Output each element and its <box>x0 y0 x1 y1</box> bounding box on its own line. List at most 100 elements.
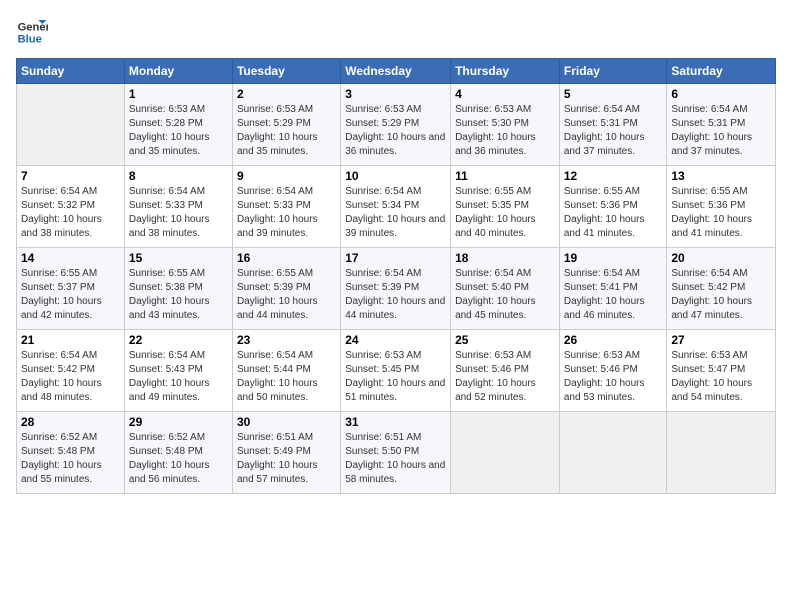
day-number: 19 <box>564 251 663 265</box>
week-row-1: 7Sunrise: 6:54 AMSunset: 5:32 PMDaylight… <box>17 166 776 248</box>
week-row-3: 21 Sunrise: 6:54 AMSunset: 5:42 PMDayligh… <box>17 330 776 412</box>
day-cell: 14 Sunrise: 6:55 AMSunset: 5:37 PMDayligh… <box>17 248 125 330</box>
day-cell: 1 Sunrise: 6:53 AMSunset: 5:28 PMDaylight… <box>124 84 232 166</box>
day-cell: 6 Sunrise: 6:54 AMSunset: 5:31 PMDaylight… <box>667 84 776 166</box>
day-cell: 22 Sunrise: 6:54 AMSunset: 5:43 PMDayligh… <box>124 330 232 412</box>
day-cell: 4Sunrise: 6:53 AMSunset: 5:30 PMDaylight… <box>451 84 560 166</box>
day-info: Sunrise: 6:54 AMSunset: 5:33 PMDaylight:… <box>237 185 336 241</box>
day-number: 27 <box>671 333 771 347</box>
day-cell <box>17 84 125 166</box>
day-info: Sunrise: 6:54 AMSunset: 5:31 PMDaylight:… <box>564 103 663 159</box>
day-info: Sunrise: 6:54 AMSunset: 5:33 PMDaylight:… <box>129 185 228 241</box>
day-cell: 10 Sunrise: 6:54 AMSunset: 5:34 PMDayligh… <box>341 166 451 248</box>
day-info: Sunrise: 6:54 AMSunset: 5:40 PMDaylight:… <box>455 267 555 323</box>
day-info: Sunrise: 6:54 AMSunset: 5:34 PMDaylight:… <box>345 185 446 241</box>
day-number: 6 <box>671 87 771 101</box>
calendar-table: SundayMondayTuesdayWednesdayThursdayFrid… <box>16 58 776 494</box>
day-number: 16 <box>237 251 336 265</box>
day-info: Sunrise: 6:51 AMSunset: 5:50 PMDaylight:… <box>345 431 446 487</box>
day-cell: 19 Sunrise: 6:54 AMSunset: 5:41 PMDayligh… <box>559 248 667 330</box>
day-cell: 23 Sunrise: 6:54 AMSunset: 5:44 PMDayligh… <box>232 330 340 412</box>
day-info: Sunrise: 6:53 AMSunset: 5:28 PMDaylight:… <box>129 103 228 159</box>
day-cell: 8 Sunrise: 6:54 AMSunset: 5:33 PMDaylight… <box>124 166 232 248</box>
day-info: Sunrise: 6:52 AMSunset: 5:48 PMDaylight:… <box>21 431 120 487</box>
day-info: Sunrise: 6:54 AMSunset: 5:44 PMDaylight:… <box>237 349 336 405</box>
day-number: 3 <box>345 87 446 101</box>
day-info: Sunrise: 6:53 AMSunset: 5:29 PMDaylight:… <box>237 103 336 159</box>
day-info: Sunrise: 6:53 AMSunset: 5:46 PMDaylight:… <box>564 349 663 405</box>
day-cell: 13Sunrise: 6:55 AMSunset: 5:36 PMDayligh… <box>667 166 776 248</box>
week-row-2: 14 Sunrise: 6:55 AMSunset: 5:37 PMDayligh… <box>17 248 776 330</box>
day-cell: 28 Sunrise: 6:52 AMSunset: 5:48 PMDayligh… <box>17 412 125 494</box>
day-number: 10 <box>345 169 446 183</box>
day-number: 28 <box>21 415 120 429</box>
page: General Blue SundayMondayTuesdayWednesda… <box>0 0 792 612</box>
day-info: Sunrise: 6:55 AMSunset: 5:35 PMDaylight:… <box>455 185 555 241</box>
day-cell: 12 Sunrise: 6:55 AMSunset: 5:36 PMDayligh… <box>559 166 667 248</box>
weekday-thursday: Thursday <box>451 59 560 84</box>
day-info: Sunrise: 6:55 AMSunset: 5:39 PMDaylight:… <box>237 267 336 323</box>
day-info: Sunrise: 6:51 AMSunset: 5:49 PMDaylight:… <box>237 431 336 487</box>
day-number: 14 <box>21 251 120 265</box>
logo: General Blue <box>16 16 48 48</box>
day-cell: 7Sunrise: 6:54 AMSunset: 5:32 PMDaylight… <box>17 166 125 248</box>
day-number: 9 <box>237 169 336 183</box>
week-row-4: 28 Sunrise: 6:52 AMSunset: 5:48 PMDayligh… <box>17 412 776 494</box>
day-info: Sunrise: 6:53 AMSunset: 5:29 PMDaylight:… <box>345 103 446 159</box>
day-cell: 15 Sunrise: 6:55 AMSunset: 5:38 PMDayligh… <box>124 248 232 330</box>
day-number: 11 <box>455 169 555 183</box>
day-cell: 11 Sunrise: 6:55 AMSunset: 5:35 PMDayligh… <box>451 166 560 248</box>
day-cell: 29Sunrise: 6:52 AMSunset: 5:48 PMDayligh… <box>124 412 232 494</box>
weekday-sunday: Sunday <box>17 59 125 84</box>
day-info: Sunrise: 6:55 AMSunset: 5:36 PMDaylight:… <box>564 185 663 241</box>
day-cell: 2 Sunrise: 6:53 AMSunset: 5:29 PMDaylight… <box>232 84 340 166</box>
day-number: 1 <box>129 87 228 101</box>
day-number: 17 <box>345 251 446 265</box>
weekday-friday: Friday <box>559 59 667 84</box>
day-number: 21 <box>21 333 120 347</box>
logo-icon: General Blue <box>16 16 48 48</box>
day-info: Sunrise: 6:54 AMSunset: 5:42 PMDaylight:… <box>21 349 120 405</box>
day-info: Sunrise: 6:55 AMSunset: 5:37 PMDaylight:… <box>21 267 120 323</box>
day-cell: 18 Sunrise: 6:54 AMSunset: 5:40 PMDayligh… <box>451 248 560 330</box>
weekday-header-row: SundayMondayTuesdayWednesdayThursdayFrid… <box>17 59 776 84</box>
day-number: 30 <box>237 415 336 429</box>
day-info: Sunrise: 6:54 AMSunset: 5:31 PMDaylight:… <box>671 103 771 159</box>
day-info: Sunrise: 6:54 AMSunset: 5:41 PMDaylight:… <box>564 267 663 323</box>
day-number: 8 <box>129 169 228 183</box>
day-number: 2 <box>237 87 336 101</box>
day-cell: 24 Sunrise: 6:53 AMSunset: 5:45 PMDayligh… <box>341 330 451 412</box>
day-number: 13 <box>671 169 771 183</box>
day-cell <box>667 412 776 494</box>
day-number: 23 <box>237 333 336 347</box>
day-info: Sunrise: 6:53 AMSunset: 5:46 PMDaylight:… <box>455 349 555 405</box>
day-number: 31 <box>345 415 446 429</box>
day-number: 18 <box>455 251 555 265</box>
svg-text:Blue: Blue <box>18 33 42 45</box>
day-number: 25 <box>455 333 555 347</box>
header: General Blue <box>16 16 776 48</box>
day-cell: 26Sunrise: 6:53 AMSunset: 5:46 PMDayligh… <box>559 330 667 412</box>
day-cell: 30 Sunrise: 6:51 AMSunset: 5:49 PMDayligh… <box>232 412 340 494</box>
day-cell <box>451 412 560 494</box>
day-info: Sunrise: 6:54 AMSunset: 5:43 PMDaylight:… <box>129 349 228 405</box>
day-number: 7 <box>21 169 120 183</box>
day-cell: 9 Sunrise: 6:54 AMSunset: 5:33 PMDaylight… <box>232 166 340 248</box>
day-number: 22 <box>129 333 228 347</box>
day-info: Sunrise: 6:54 AMSunset: 5:39 PMDaylight:… <box>345 267 446 323</box>
day-info: Sunrise: 6:55 AMSunset: 5:38 PMDaylight:… <box>129 267 228 323</box>
day-number: 15 <box>129 251 228 265</box>
day-cell <box>559 412 667 494</box>
weekday-saturday: Saturday <box>667 59 776 84</box>
weekday-tuesday: Tuesday <box>232 59 340 84</box>
day-cell: 3 Sunrise: 6:53 AMSunset: 5:29 PMDaylight… <box>341 84 451 166</box>
day-number: 12 <box>564 169 663 183</box>
week-row-0: 1 Sunrise: 6:53 AMSunset: 5:28 PMDaylight… <box>17 84 776 166</box>
day-number: 4 <box>455 87 555 101</box>
day-number: 20 <box>671 251 771 265</box>
day-cell: 20 Sunrise: 6:54 AMSunset: 5:42 PMDayligh… <box>667 248 776 330</box>
day-info: Sunrise: 6:54 AMSunset: 5:42 PMDaylight:… <box>671 267 771 323</box>
day-info: Sunrise: 6:53 AMSunset: 5:45 PMDaylight:… <box>345 349 446 405</box>
day-number: 24 <box>345 333 446 347</box>
day-cell: 21 Sunrise: 6:54 AMSunset: 5:42 PMDayligh… <box>17 330 125 412</box>
